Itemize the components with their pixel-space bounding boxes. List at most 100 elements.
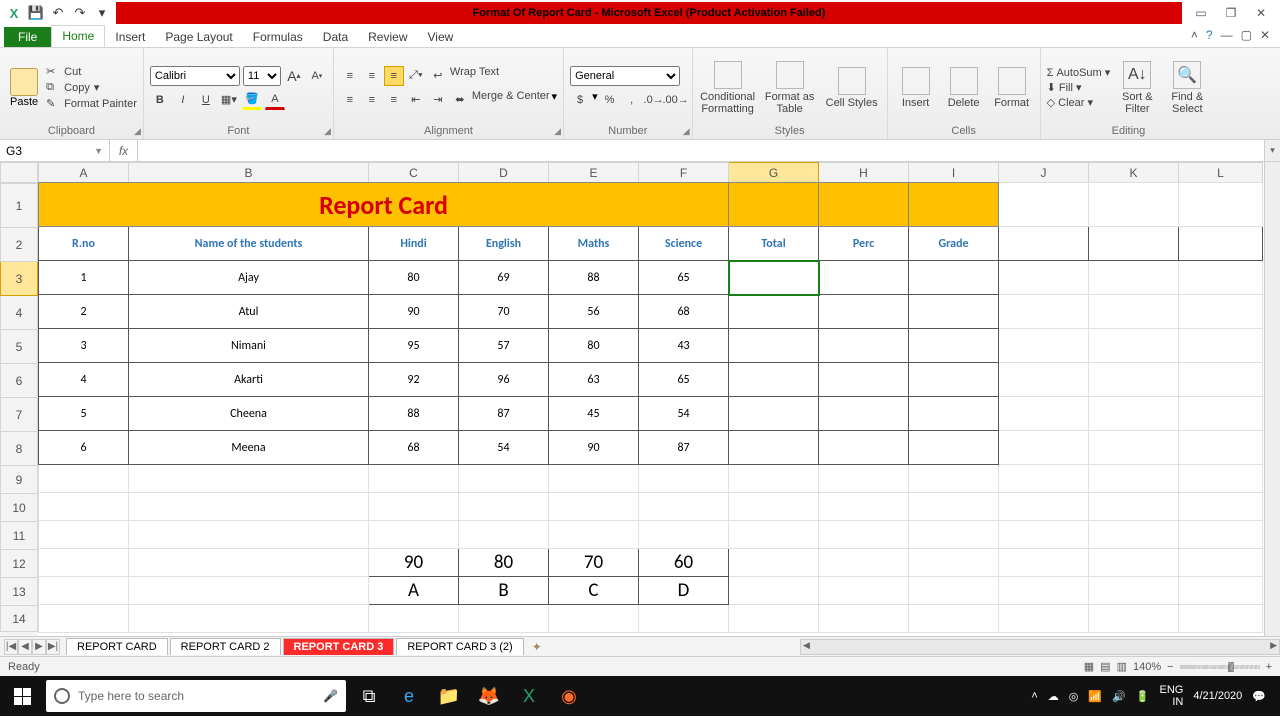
cell[interactable]: 70 [459, 295, 549, 329]
cell[interactable] [1179, 397, 1263, 431]
cell[interactable] [1179, 295, 1263, 329]
italic-button[interactable]: I [173, 90, 193, 110]
new-sheet-button[interactable]: ✦ [524, 640, 550, 654]
task-view-button[interactable]: ⧉ [352, 680, 386, 712]
cell[interactable] [39, 549, 129, 577]
col-header-L[interactable]: L [1179, 163, 1263, 183]
col-header-H[interactable]: H [819, 163, 909, 183]
align-top-button[interactable]: ≡ [340, 66, 360, 86]
cell[interactable] [549, 465, 639, 493]
battery-icon[interactable]: 🔋 [1136, 690, 1150, 703]
cell[interactable] [819, 295, 909, 329]
cell[interactable] [1089, 521, 1179, 549]
cell[interactable] [1179, 577, 1263, 605]
row-header-3[interactable]: 3 [1, 262, 38, 296]
cell[interactable] [459, 605, 549, 633]
number-format-select[interactable]: General [570, 66, 680, 86]
copy-button[interactable]: Copy ▾ [46, 81, 137, 95]
currency-button[interactable]: $ [570, 90, 590, 110]
conditional-formatting-button[interactable]: Conditional Formatting [699, 61, 757, 115]
cell[interactable] [909, 549, 999, 577]
cell[interactable] [1089, 431, 1179, 465]
font-launcher-icon[interactable]: ◢ [324, 126, 331, 137]
col-header-J[interactable]: J [999, 163, 1089, 183]
cell[interactable] [369, 605, 459, 633]
cell[interactable] [729, 521, 819, 549]
taskbar-search[interactable]: Type here to search🎤 [46, 680, 346, 712]
cell[interactable] [909, 521, 999, 549]
row-header-1[interactable]: 1 [1, 184, 38, 228]
cell[interactable] [999, 431, 1089, 465]
cell[interactable] [1179, 431, 1263, 465]
cell[interactable]: 4 [39, 363, 129, 397]
cell[interactable] [729, 431, 819, 465]
row-header-6[interactable]: 6 [1, 364, 38, 398]
merge-center-button[interactable]: ⬌ [450, 90, 470, 110]
row-header-14[interactable]: 14 [1, 606, 38, 632]
cell[interactable]: 65 [639, 363, 729, 397]
autosum-button[interactable]: Σ AutoSum ▾ [1047, 66, 1111, 79]
cell[interactable] [639, 521, 729, 549]
cell[interactable] [639, 493, 729, 521]
col-header-K[interactable]: K [1089, 163, 1179, 183]
file-explorer-icon[interactable]: 📁 [432, 680, 466, 712]
cell[interactable]: 88 [369, 397, 459, 431]
horizontal-scrollbar[interactable] [800, 639, 1280, 655]
sheet-nav-button[interactable]: ▶| [46, 639, 60, 655]
onedrive-icon[interactable]: ☁ [1048, 690, 1059, 703]
cell[interactable] [1089, 183, 1179, 227]
cell[interactable] [729, 549, 819, 577]
cell[interactable] [1179, 227, 1263, 261]
formulas-tab[interactable]: Formulas [243, 27, 313, 47]
notifications-icon[interactable]: 💬 [1252, 690, 1266, 703]
cell[interactable] [1089, 227, 1179, 261]
cell[interactable] [1089, 465, 1179, 493]
sheet-tab[interactable]: REPORT CARD 3 [283, 638, 395, 655]
row-header-5[interactable]: 5 [1, 330, 38, 364]
file-tab[interactable]: File [4, 27, 51, 47]
cell[interactable] [729, 577, 819, 605]
cell[interactable] [1179, 465, 1263, 493]
vertical-scrollbar[interactable] [1264, 162, 1280, 636]
cell[interactable] [129, 605, 369, 633]
cell[interactable]: 70 [549, 549, 639, 577]
paste-button[interactable]: Paste [6, 68, 42, 108]
window-min-icon[interactable]: — [1221, 28, 1233, 42]
cell[interactable] [909, 295, 999, 329]
row-header-4[interactable]: 4 [1, 296, 38, 330]
cell[interactable]: 87 [639, 431, 729, 465]
alignment-launcher-icon[interactable]: ◢ [554, 126, 561, 137]
cell[interactable] [1089, 363, 1179, 397]
cell[interactable] [819, 329, 909, 363]
cell[interactable]: Science [639, 227, 729, 261]
sheet-tab[interactable]: REPORT CARD 3 (2) [396, 638, 523, 655]
format-as-table-button[interactable]: Format as Table [761, 61, 819, 115]
cell[interactable] [729, 261, 819, 295]
cell[interactable]: 54 [459, 431, 549, 465]
name-box-dropdown-icon[interactable]: ▼ [94, 146, 103, 156]
clock[interactable]: ENG IN [1160, 684, 1184, 708]
cell[interactable] [39, 521, 129, 549]
window-close-icon[interactable]: ✕ [1260, 28, 1270, 42]
sheet-tab[interactable]: REPORT CARD 2 [170, 638, 281, 655]
cell[interactable] [729, 397, 819, 431]
cell[interactable]: Name of the students [129, 227, 369, 261]
orientation-button[interactable]: ⤢▾ [406, 66, 426, 86]
cell[interactable] [909, 397, 999, 431]
clipboard-launcher-icon[interactable]: ◢ [134, 126, 141, 137]
cell[interactable] [999, 183, 1089, 227]
bold-button[interactable]: B [150, 90, 170, 110]
clear-button[interactable]: ◇ Clear ▾ [1047, 96, 1111, 109]
fill-color-button[interactable]: 🪣 [242, 90, 262, 110]
cut-button[interactable]: Cut [46, 65, 137, 79]
cell[interactable] [729, 329, 819, 363]
cell[interactable]: 45 [549, 397, 639, 431]
col-header-A[interactable]: A [39, 163, 129, 183]
cell[interactable] [639, 605, 729, 633]
cell[interactable]: Report Card [39, 183, 729, 227]
redo-icon[interactable]: ↷ [72, 5, 88, 21]
cell[interactable] [999, 549, 1089, 577]
cell[interactable]: R.no [39, 227, 129, 261]
home-tab[interactable]: Home [51, 25, 105, 47]
comma-button[interactable]: , [622, 90, 642, 110]
